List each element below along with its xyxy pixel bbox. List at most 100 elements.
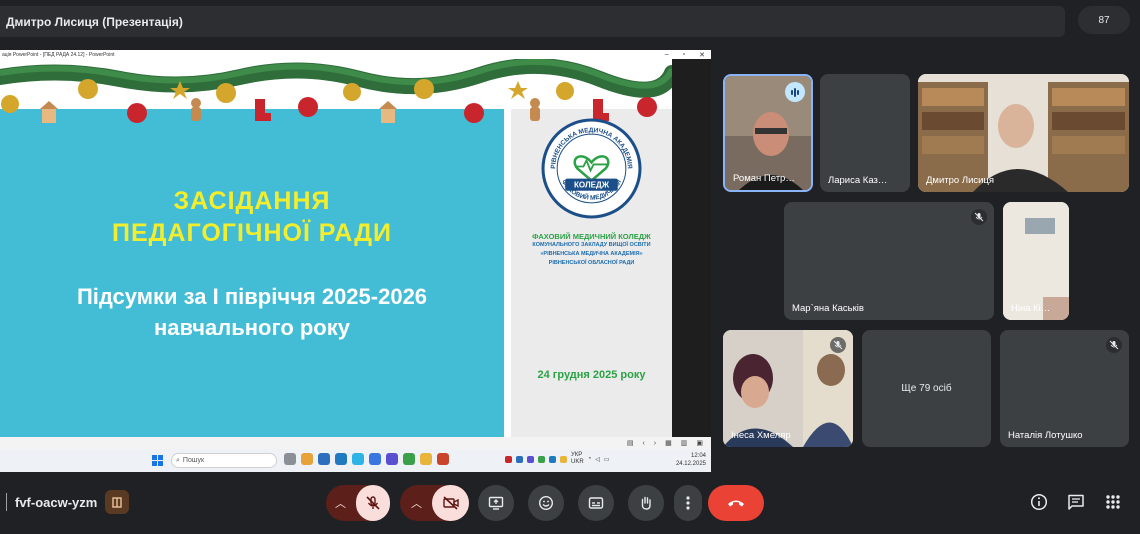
participant-tile[interactable]: Лариса Каз… <box>820 74 910 192</box>
leave-call-button[interactable] <box>708 485 764 521</box>
slide-subtitle: Підсумки за І півріччя 2025-2026 навчаль… <box>0 281 504 343</box>
taskbar-search-placeholder: Пошук <box>182 457 205 464</box>
participant-name: Роман Петр… <box>733 173 795 184</box>
raise-hand-icon <box>641 496 651 510</box>
info-icon <box>1030 493 1048 511</box>
reading-view-icon: ▥ <box>680 440 688 447</box>
more-participants-label: Ще 79 осіб <box>901 383 952 394</box>
separator <box>6 493 7 511</box>
raise-hand-button[interactable] <box>628 485 664 521</box>
camera-off-icon <box>442 496 459 510</box>
shared-screen: ація PowerPoint - [ПЕД РАДА 24.12] - Pow… <box>0 50 711 472</box>
college-logo: РІВНЕНСЬКА МЕДИЧНА АКАДЕМІЯ ФАХОВИЙ МЕДИ… <box>541 118 642 219</box>
college-name-line3: «РІВНЕНСЬКА МЕДИЧНА АКАДЕМІЯ» <box>540 251 643 257</box>
slide-subtitle-line1: Підсумки за І півріччя 2025-2026 <box>76 284 428 309</box>
participants-count-button[interactable]: 87 <box>1078 6 1130 34</box>
camera-app-icon <box>284 453 296 465</box>
participant-name: Мар`яна Каськів <box>792 303 864 314</box>
meeting-info-button[interactable] <box>1029 492 1049 512</box>
next-slide-icon: › <box>653 439 657 447</box>
language-line1: УКР <box>571 452 583 458</box>
battery-icon: ▭ <box>603 456 610 463</box>
slide-heading-line1: ЗАСІДАННЯ <box>173 187 331 215</box>
teams-app-icon <box>386 453 398 465</box>
meet-call-screen: Дмитро Лисиця (Презентація) 87 ація Powe… <box>0 0 1140 534</box>
mic-off-icon <box>1106 337 1122 353</box>
participant-name: Наталія Лотушко <box>1008 430 1083 441</box>
participant-name: Ніна Кі… <box>1011 303 1051 314</box>
tray-app-icon <box>560 455 567 463</box>
tray-app-icon <box>527 455 534 463</box>
apps-grid-icon <box>1106 495 1120 509</box>
slide: ЗАСІДАННЯ ПЕДАГОГІЧНОЇ РАДИ Підсумки за … <box>0 59 672 446</box>
meeting-code: fvf-oacw-yzm <box>15 494 98 510</box>
participant-tile[interactable]: Мар`яна Каськів <box>784 202 994 320</box>
participant-name: Інеса Хмеляр <box>731 430 791 441</box>
chat-button[interactable] <box>1066 492 1086 512</box>
participant-tile[interactable]: Роман Петр… <box>723 74 813 192</box>
powerpoint-status-bar: ▤ ‹ › ▦ ▥ ▣ <box>0 437 711 449</box>
windows-taskbar: ⌕ Пошук УКР UKR ◔ ◁ ▭ 12:04 24.12.2025 <box>0 449 711 472</box>
powerpoint-window-title: ація PowerPoint - [ПЕД РАДА 24.12] - Pow… <box>2 51 115 58</box>
tray-app-icon <box>505 455 512 463</box>
system-tray: УКР UKR ◔ ◁ ▭ <box>505 452 610 466</box>
volume-icon: ◁ <box>595 456 600 463</box>
participant-tile[interactable]: Ніна Кі… <box>1003 202 1069 320</box>
participant-tile[interactable]: Дмитро Лисиця <box>918 74 1129 192</box>
speaking-indicator-icon <box>785 82 805 102</box>
presenter-title: Дмитро Лисиця (Презентація) <box>6 14 183 29</box>
captions-button[interactable] <box>578 485 614 521</box>
viber-app-icon <box>403 453 415 465</box>
minimize-icon: – <box>664 51 669 58</box>
taskbar-apps <box>284 453 449 465</box>
college-name-line4: РІВНЕНСЬКОЇ ОБЛАСНОЇ РАДИ <box>548 260 635 266</box>
slide-heading-line2: ПЕДАГОГІЧНОЇ РАДИ <box>111 219 393 247</box>
search-icon: ⌕ <box>176 456 180 464</box>
present-screen-button[interactable] <box>478 485 514 521</box>
slide-subtitle-line2: навчального року <box>154 315 350 340</box>
meeting-details: fvf-oacw-yzm <box>6 490 130 514</box>
college-name-line2: КОМУНАЛЬНОГО ЗАКЛАДУ ВИЩОЇ ОСВІТИ <box>532 242 651 248</box>
more-vert-icon <box>686 496 690 510</box>
powerpoint-titlebar: ація PowerPoint - [ПЕД РАДА 24.12] - Pow… <box>0 50 711 59</box>
reactions-button[interactable] <box>528 485 564 521</box>
presentation-title-bar: Дмитро Лисиця (Презентація) <box>0 6 1065 37</box>
word-app-icon <box>318 453 330 465</box>
grid-view-icon: ▦ <box>665 440 672 447</box>
participant-name: Лариса Каз… <box>828 175 888 186</box>
logo-text-center: КОЛЕДЖ <box>574 181 610 190</box>
camera-control-group: ︿ <box>400 485 469 521</box>
window-controls: – ▫ ✕ <box>665 50 705 59</box>
mic-options-chevron-icon[interactable]: ︿ <box>335 495 346 511</box>
host-controls-icon[interactable] <box>105 490 130 514</box>
more-options-button[interactable] <box>674 485 702 521</box>
mic-control-group: ︿ <box>326 485 390 521</box>
telegram-app-icon <box>352 453 364 465</box>
close-icon: ✕ <box>699 51 705 59</box>
christmas-garland <box>0 59 672 123</box>
mic-toggle-button[interactable] <box>356 485 390 521</box>
participant-tile[interactable]: Інеса Хмеляр <box>723 330 853 447</box>
activities-button[interactable] <box>1103 492 1123 512</box>
camera-options-chevron-icon[interactable]: ︿ <box>411 495 422 511</box>
college-name-line1: ФАХОВИЙ МЕДИЧНИЙ КОЛЕДЖ <box>532 232 651 241</box>
slide-side-panel <box>672 59 711 446</box>
participants-count: 87 <box>1098 14 1110 26</box>
outlook-app-icon <box>335 453 347 465</box>
college-name: ФАХОВИЙ МЕДИЧНИЙ КОЛЕДЖ КОМУНАЛЬНОГО ЗАК… <box>513 232 670 268</box>
participant-name: Дмитро Лисиця <box>926 175 995 186</box>
clock-time: 12:04 <box>690 453 706 459</box>
present-screen-icon <box>488 496 504 510</box>
mic-off-icon <box>971 209 987 225</box>
taskbar-clock: 12:04 24.12.2025 <box>672 452 706 468</box>
mic-off-icon <box>366 496 380 510</box>
keyboard-language: УКР UKR <box>571 452 584 466</box>
language-line2: UKR <box>571 459 584 465</box>
participant-tile[interactable]: Наталія Лотушко <box>1000 330 1129 447</box>
emoji-icon <box>538 495 554 511</box>
slide-heading: ЗАСІДАННЯ ПЕДАГОГІЧНОЇ РАДИ <box>0 185 504 249</box>
camera-toggle-button[interactable] <box>432 485 469 521</box>
more-participants-tile[interactable]: Ще 79 осіб <box>862 330 991 447</box>
chat-icon <box>1068 494 1084 510</box>
slide-date: 24 грудня 2025 року <box>537 369 646 381</box>
